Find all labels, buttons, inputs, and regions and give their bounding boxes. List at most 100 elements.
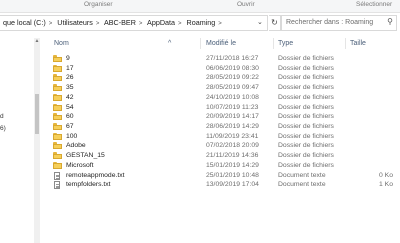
column-name[interactable]: Nom — [54, 40, 69, 47]
file-row[interactable]: GESTAN_15 21/11/2019 14:36 Dossier de fich… — [44, 151, 400, 161]
file-type: Dossier de fichiers — [278, 64, 334, 72]
file-row[interactable]: remoteappmode.txt 25/01/2019 10:48 Documen… — [44, 171, 400, 181]
file-modified: 28/06/2019 14:29 — [206, 123, 259, 131]
scrollbar-thumb[interactable] — [35, 94, 39, 134]
folder-icon — [53, 84, 62, 92]
file-size: 0 Ko — [379, 171, 393, 179]
file-row[interactable]: 35 28/05/2019 09:47 Dossier de fichiers — [44, 83, 400, 93]
breadcrumb-appdata[interactable]: AppData — [147, 18, 175, 27]
column-divider[interactable] — [273, 38, 274, 49]
file-name: Microsoft — [66, 161, 94, 169]
refresh-icon[interactable]: ↻ — [269, 15, 281, 31]
file-name: 100 — [66, 132, 78, 140]
folder-icon — [53, 93, 62, 101]
folder-icon — [53, 152, 62, 160]
file-row[interactable]: 17 06/06/2019 08:30 Dossier de fichiers — [44, 64, 400, 74]
file-modified: 24/10/2019 10:08 — [206, 93, 259, 101]
ribbon-labels: Organiser Ouvrir Sélectionner — [0, 0, 400, 13]
column-type[interactable]: Type — [278, 40, 293, 47]
file-modified: 13/09/2019 17:04 — [206, 181, 259, 189]
file-size: 1 Ko — [379, 181, 393, 189]
folder-icon — [53, 142, 62, 150]
file-row[interactable]: Adobe 07/02/2018 20:09 Dossier de fichiers — [44, 141, 400, 151]
chevron-right-icon: > — [178, 21, 182, 27]
file-modified: 07/02/2018 20:09 — [206, 142, 259, 150]
file-name: 9 — [66, 55, 70, 62]
address-history-chevron-down-icon[interactable]: ⌄ — [257, 18, 263, 26]
file-type: Dossier de fichiers — [278, 123, 334, 131]
search-input[interactable]: Rechercher dans : Roaming ⚲ — [281, 15, 397, 31]
file-modified: 28/05/2019 09:47 — [206, 84, 259, 92]
file-type: Dossier de fichiers — [278, 142, 334, 150]
file-modified: 21/11/2019 14:36 — [206, 152, 259, 160]
ribbon-ouvrir[interactable]: Ouvrir — [237, 1, 255, 8]
file-type: Dossier de fichiers — [278, 132, 334, 140]
breadcrumb-utilisateurs[interactable]: Utilisateurs — [57, 18, 93, 27]
file-row[interactable]: tempfolders.txt 13/09/2019 17:04 Document … — [44, 180, 400, 190]
file-name: 17 — [66, 64, 74, 72]
file-name: remoteappmode.txt — [66, 171, 125, 179]
file-modified: 25/01/2019 10:48 — [206, 171, 259, 179]
chevron-right-icon: > — [218, 21, 222, 27]
file-name: 42 — [66, 93, 74, 101]
file-row[interactable]: 9 27/11/2018 16:27 Dossier de fichiers — [44, 54, 400, 64]
breadcrumb-user[interactable]: ABC-BER — [104, 18, 136, 27]
search-icon: ⚲ — [387, 17, 393, 26]
file-modified: 20/09/2019 14:17 — [206, 113, 259, 121]
file-type: Dossier de fichiers — [278, 152, 334, 160]
column-size[interactable]: Taille — [350, 40, 366, 47]
file-modified: 27/11/2018 16:27 — [206, 55, 259, 62]
file-row[interactable]: 67 28/06/2019 14:29 Dossier de fichiers — [44, 122, 400, 132]
breadcrumb: que local (C:) > Utilisateurs > ABC-BER > A… — [3, 18, 225, 27]
folder-icon — [53, 64, 62, 72]
file-type: Dossier de fichiers — [278, 113, 334, 121]
nav-scrollbar[interactable]: ▲ — [34, 38, 40, 243]
file-modified: 10/07/2019 11:23 — [206, 103, 259, 111]
search-placeholder: Rechercher dans : Roaming — [286, 19, 374, 26]
file-type: Dossier de fichiers — [278, 161, 334, 169]
folder-icon — [53, 74, 62, 82]
ribbon-selectionner[interactable]: Sélectionner — [356, 1, 392, 8]
file-row[interactable]: 42 24/10/2019 10:08 Dossier de fichiers — [44, 93, 400, 103]
folder-icon — [53, 103, 62, 111]
folder-icon — [53, 123, 62, 131]
file-row[interactable]: 60 20/09/2019 14:17 Dossier de fichiers — [44, 112, 400, 122]
file-name: 60 — [66, 113, 74, 121]
file-modified: 15/01/2019 14:29 — [206, 161, 259, 169]
folder-icon — [53, 132, 62, 140]
file-row[interactable]: 54 10/07/2019 11:23 Dossier de fichiers — [44, 103, 400, 113]
address-bar[interactable]: que local (C:) > Utilisateurs > ABC-BER > A… — [0, 15, 268, 31]
column-modified[interactable]: Modifié le — [206, 40, 236, 47]
file-type: Dossier de fichiers — [278, 74, 334, 82]
file-type: Document texte — [278, 171, 326, 179]
file-type: Dossier de fichiers — [278, 103, 334, 111]
scroll-up-icon[interactable]: ▲ — [34, 38, 40, 44]
file-name: GESTAN_15 — [66, 152, 105, 160]
column-divider[interactable] — [345, 38, 346, 49]
column-header: ^ Nom Modifié le Type Taille — [44, 38, 400, 50]
chevron-right-icon: > — [95, 21, 100, 27]
text-file-icon — [54, 171, 60, 180]
ribbon-organiser[interactable]: Organiser — [84, 1, 113, 8]
folder-icon — [53, 55, 62, 62]
file-name: 35 — [66, 84, 74, 92]
file-name: 67 — [66, 123, 74, 131]
column-divider[interactable] — [200, 38, 201, 49]
file-row[interactable]: 100 11/09/2019 23:41 Dossier de fichiers — [44, 132, 400, 142]
folder-icon — [53, 161, 62, 169]
text-file-icon — [54, 181, 60, 190]
file-type: Dossier de fichiers — [278, 93, 334, 101]
nav-item-fragment[interactable]: d — [0, 113, 4, 120]
chevron-right-icon: > — [138, 21, 143, 27]
file-row[interactable]: Microsoft 15/01/2019 14:29 Dossier de fich… — [44, 161, 400, 171]
sort-up-icon: ^ — [168, 40, 172, 47]
file-name: 54 — [66, 103, 74, 111]
file-row[interactable]: 26 28/05/2019 09:22 Dossier de fichiers — [44, 73, 400, 83]
nav-item-fragment[interactable]: 6) — [0, 125, 6, 132]
file-name: 26 — [66, 74, 74, 82]
chevron-right-icon: > — [48, 21, 53, 27]
file-name: Adobe — [66, 142, 86, 150]
breadcrumb-drive[interactable]: que local (C:) — [3, 18, 46, 27]
breadcrumb-roaming[interactable]: Roaming — [187, 18, 216, 27]
file-type: Dossier de fichiers — [278, 84, 334, 92]
